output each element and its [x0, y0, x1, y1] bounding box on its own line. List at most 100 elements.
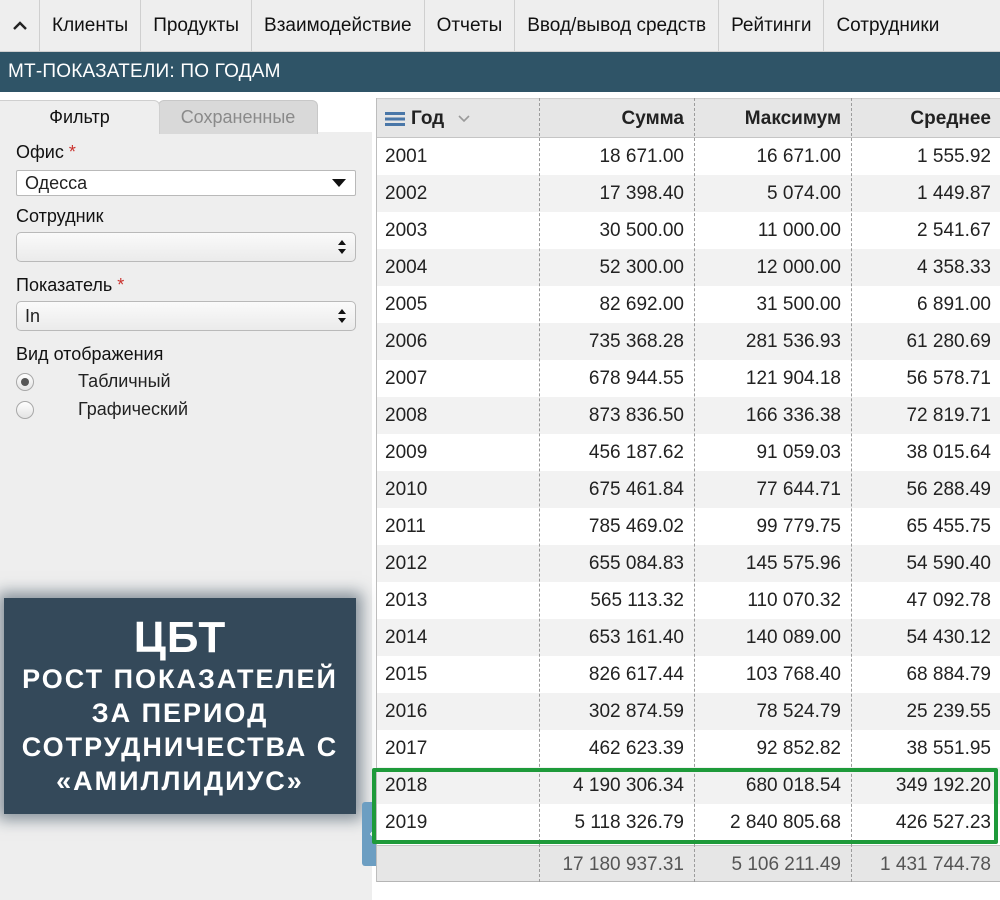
- table-row[interactable]: 2007 678 944.55 121 904.18 56 578.71: [377, 360, 1000, 397]
- cell-year: 2003: [385, 219, 428, 241]
- tab-filter[interactable]: Фильтр: [0, 100, 160, 134]
- nav-item-employees[interactable]: Сотрудники: [824, 0, 951, 52]
- cell-max: 99 779.75: [756, 515, 841, 537]
- cell-sum: 4 190 306.34: [573, 774, 684, 796]
- cell-sum: 18 671.00: [599, 145, 684, 167]
- employee-select[interactable]: [16, 232, 356, 262]
- top-menu: Клиенты Продукты Взаимодействие Отчеты В…: [0, 0, 1000, 52]
- column-header-year-label: Год: [411, 108, 445, 129]
- cell-sum: 302 874.59: [588, 700, 684, 722]
- radio-chart[interactable]: [16, 400, 34, 419]
- cell-year: 2006: [385, 330, 428, 352]
- cell-avg: 65 455.75: [906, 515, 991, 537]
- column-header-max[interactable]: Максимум: [694, 99, 851, 139]
- cell-year: 2019: [385, 811, 428, 833]
- table-row[interactable]: 2006 735 368.28 281 536.93 61 280.69: [377, 323, 1000, 360]
- cell-avg: 6 891.00: [917, 293, 991, 315]
- table-header: Год Сумма Максимум Среднее: [377, 98, 1000, 138]
- column-header-avg[interactable]: Среднее: [851, 99, 1000, 139]
- cell-max: 121 904.18: [745, 367, 841, 389]
- table-row[interactable]: 2018 4 190 306.34 680 018.54 349 192.20: [377, 767, 1000, 804]
- cell-year: 2004: [385, 256, 428, 278]
- menu-lines-icon[interactable]: [385, 111, 405, 127]
- cell-year: 2008: [385, 404, 428, 426]
- dropdown-triangle-icon: [332, 179, 346, 187]
- cell-sum: 565 113.32: [590, 589, 684, 611]
- cell-avg: 68 884.79: [906, 663, 991, 685]
- table-row[interactable]: 2012 655 084.83 145 575.96 54 590.40: [377, 545, 1000, 582]
- cell-sum: 826 617.44: [588, 663, 684, 685]
- cell-year: 2011: [385, 515, 426, 537]
- cell-max: 78 524.79: [756, 700, 841, 722]
- view-option-chart[interactable]: Графический: [16, 399, 188, 420]
- table-row[interactable]: 2014 653 161.40 140 089.00 54 430.12: [377, 619, 1000, 656]
- column-header-year[interactable]: Год: [385, 99, 535, 139]
- indicator-select-value: In: [25, 305, 41, 326]
- sort-chevron-icon[interactable]: [458, 115, 470, 123]
- nav-item-clients[interactable]: Клиенты: [40, 0, 142, 52]
- cell-avg: 56 578.71: [906, 367, 991, 389]
- tab-saved[interactable]: Сохраненные: [158, 100, 318, 134]
- indicator-select[interactable]: In: [16, 301, 356, 331]
- view-option-table[interactable]: Табличный: [16, 371, 171, 392]
- cell-sum: 785 469.02: [588, 515, 684, 537]
- cell-year: 2018: [385, 774, 428, 796]
- cell-avg: 426 527.23: [895, 811, 991, 833]
- table-row[interactable]: 2002 17 398.40 5 074.00 1 449.87: [377, 175, 1000, 212]
- table-row[interactable]: 2011 785 469.02 99 779.75 65 455.75: [377, 508, 1000, 545]
- cell-sum: 873 836.50: [588, 404, 684, 426]
- table-row[interactable]: 2008 873 836.50 166 336.38 72 819.71: [377, 397, 1000, 434]
- table-row[interactable]: 2009 456 187.62 91 059.03 38 015.64: [377, 434, 1000, 471]
- table-row[interactable]: 2013 565 113.32 110 070.32 47 092.78: [377, 582, 1000, 619]
- table-row[interactable]: 2015 826 617.44 103 768.40 68 884.79: [377, 656, 1000, 693]
- updown-arrows-icon: [338, 240, 346, 254]
- cell-year: 2007: [385, 367, 428, 389]
- data-table: Год Сумма Максимум Среднее 2001 18 671.00…: [376, 98, 1000, 882]
- cell-sum: 30 500.00: [599, 219, 684, 241]
- indicator-label: Показатель *: [16, 275, 124, 296]
- banner-line: ЗА ПЕРИОД: [91, 698, 269, 728]
- chevron-up-icon: [12, 20, 27, 30]
- cell-sum: 52 300.00: [599, 256, 684, 278]
- table-row[interactable]: 2005 82 692.00 31 500.00 6 891.00: [377, 286, 1000, 323]
- totals-row: 17 180 937.31 5 106 211.49 1 431 744.78: [377, 845, 1000, 882]
- nav-item-reports[interactable]: Отчеты: [425, 0, 516, 52]
- column-header-sum[interactable]: Сумма: [539, 99, 694, 139]
- radio-table[interactable]: [16, 372, 34, 391]
- table-row[interactable]: 2017 462 623.39 92 852.82 38 551.95: [377, 730, 1000, 767]
- employee-label: Сотрудник: [16, 206, 104, 226]
- cell-sum: 82 692.00: [599, 293, 684, 315]
- cell-sum: 735 368.28: [588, 330, 684, 352]
- cell-max: 103 768.40: [745, 663, 841, 685]
- page-title: МТ-ПОКАЗАТЕЛИ: ПО ГОДАМ: [0, 52, 1000, 92]
- table-row[interactable]: 2016 302 874.59 78 524.79 25 239.55: [377, 693, 1000, 730]
- promo-banner: ЦБТ РОСТ ПОКАЗАТЕЛЕЙ ЗА ПЕРИОД СОТРУДНИЧ…: [4, 598, 356, 814]
- table-row[interactable]: 2010 675 461.84 77 644.71 56 288.49: [377, 471, 1000, 508]
- office-label: Офис *: [16, 142, 76, 163]
- cell-avg: 38 015.64: [906, 441, 991, 463]
- cell-year: 2005: [385, 293, 428, 315]
- table-row[interactable]: 2019 5 118 326.79 2 840 805.68 426 527.23: [377, 804, 1000, 841]
- total-max: 5 106 211.49: [731, 853, 841, 875]
- cell-max: 140 089.00: [745, 626, 841, 648]
- total-avg: 1 431 744.78: [880, 853, 991, 875]
- nav-item-interaction[interactable]: Взаимодействие: [252, 0, 425, 52]
- table-row[interactable]: 2003 30 500.00 11 000.00 2 541.67: [377, 212, 1000, 249]
- cell-max: 16 671.00: [756, 145, 841, 167]
- office-select[interactable]: Одесса: [16, 170, 356, 196]
- cell-year: 2012: [385, 552, 428, 574]
- table-row[interactable]: 2004 52 300.00 12 000.00 4 358.33: [377, 249, 1000, 286]
- banner-line: РОСТ ПОКАЗАТЕЛЕЙ: [22, 664, 338, 694]
- nav-item-ratings[interactable]: Рейтинги: [719, 0, 825, 52]
- nav-item-products[interactable]: Продукты: [141, 0, 253, 52]
- nav-item-funds[interactable]: Ввод/вывод средств: [515, 0, 720, 52]
- cell-sum: 5 118 326.79: [574, 811, 684, 833]
- cell-sum: 653 161.40: [588, 626, 684, 648]
- cell-sum: 462 623.39: [588, 737, 684, 759]
- cell-max: 5 074.00: [767, 182, 841, 204]
- required-mark: *: [68, 142, 76, 162]
- table-row[interactable]: 2001 18 671.00 16 671.00 1 555.92: [377, 138, 1000, 175]
- collapse-menu-button[interactable]: [0, 0, 40, 52]
- cell-year: 2015: [385, 663, 428, 685]
- cell-avg: 38 551.95: [906, 737, 991, 759]
